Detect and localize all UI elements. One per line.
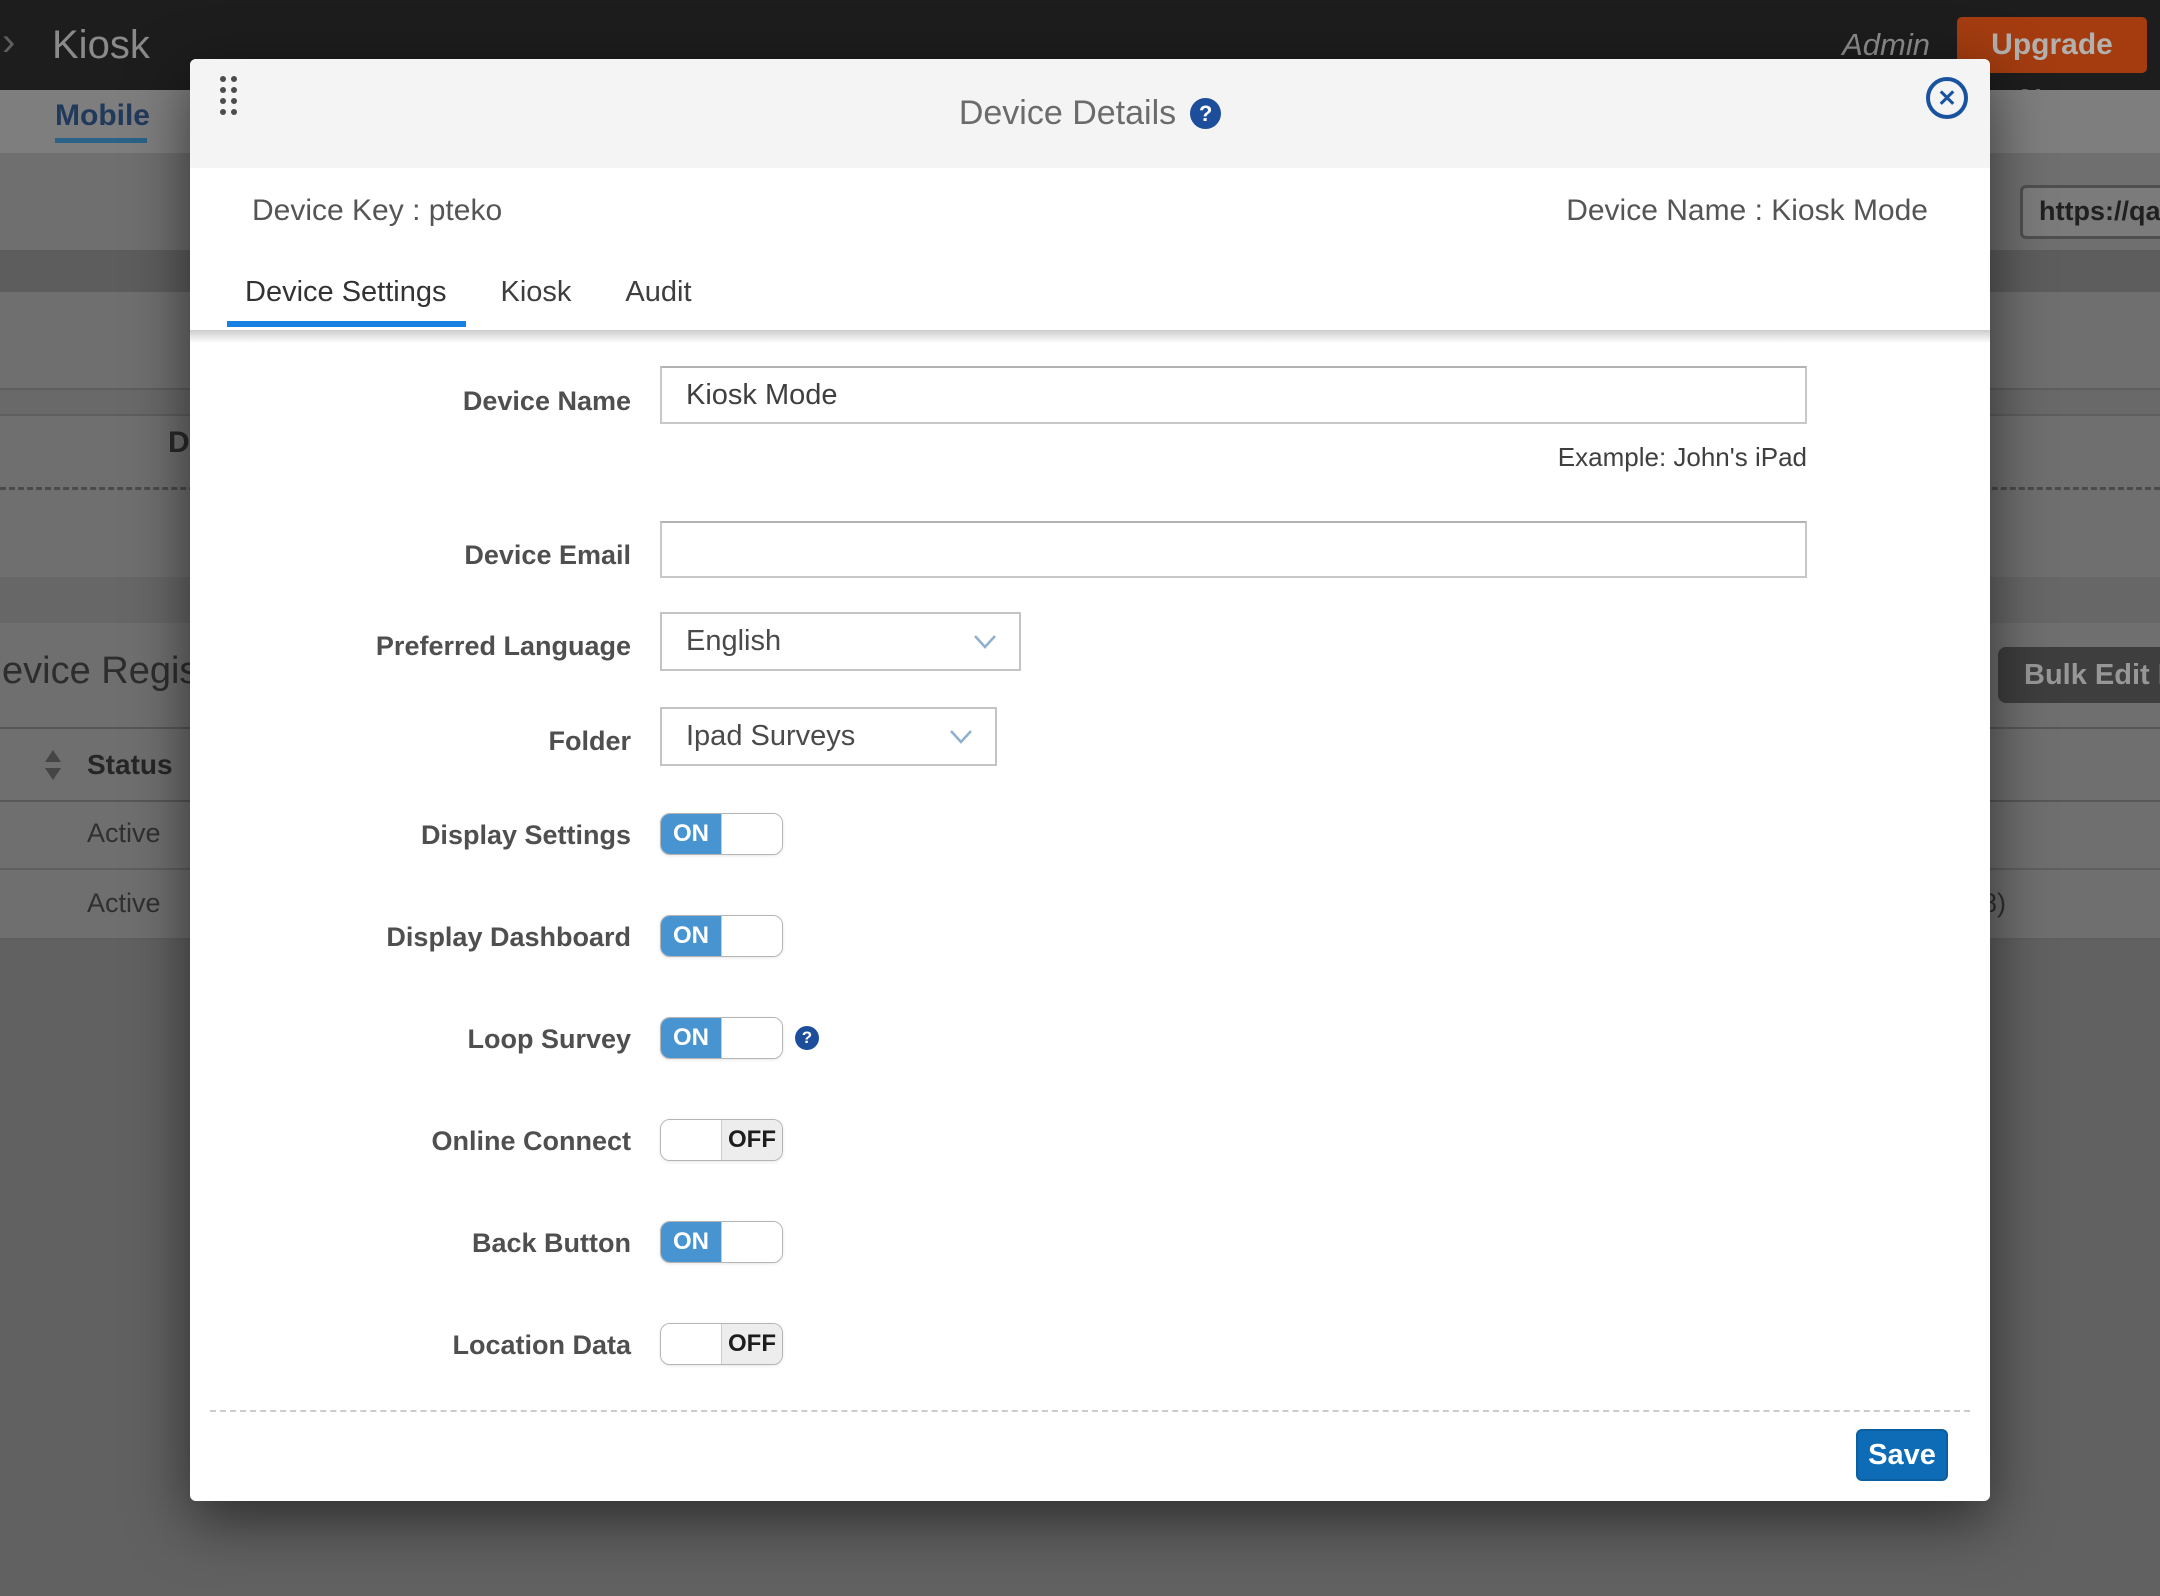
save-button[interactable]: Save bbox=[1856, 1429, 1948, 1481]
device-key-row: Device Key : pteko Device Name : Kiosk M… bbox=[190, 168, 1990, 257]
folder-field-label: Folder bbox=[190, 726, 631, 757]
preferred-language-select[interactable]: English bbox=[660, 612, 1021, 671]
toggle-state-label: ON bbox=[661, 814, 721, 854]
folder-value: Ipad Surveys bbox=[686, 720, 855, 753]
toggle-state-label: OFF bbox=[722, 1324, 782, 1364]
device-key-label: Device Key : pteko bbox=[252, 168, 502, 253]
chevron-down-icon bbox=[949, 729, 973, 744]
toggle-state-label: ON bbox=[661, 1018, 721, 1058]
toggle-state-label: OFF bbox=[722, 1120, 782, 1160]
tab-device-settings[interactable]: Device Settings bbox=[245, 255, 447, 330]
display-settings-label: Display Settings bbox=[190, 820, 631, 851]
background-form-label-fragment: D bbox=[168, 426, 190, 460]
tab-mobile[interactable]: Mobile bbox=[55, 99, 150, 133]
status-cell: Active bbox=[87, 868, 161, 938]
device-name-field-label: Device Name bbox=[190, 386, 631, 417]
loop-survey-help-icon[interactable]: ? bbox=[795, 1026, 819, 1050]
chevron-down-icon bbox=[973, 634, 997, 649]
bulk-edit-devices-button[interactable]: Bulk Edit Dev bbox=[1998, 647, 2160, 703]
modal-tab-bar: Device Settings Kiosk Audit bbox=[190, 255, 1990, 330]
page-root: › Kiosk Admin Upgrade Now Mobile https:/… bbox=[0, 0, 2160, 1596]
display-settings-toggle[interactable]: ON bbox=[660, 813, 783, 855]
modal-title-text: Device Details bbox=[959, 94, 1176, 133]
device-email-input[interactable] bbox=[660, 521, 1807, 578]
device-name-label: Device Name : Kiosk Mode bbox=[1566, 168, 1928, 253]
device-name-input[interactable] bbox=[660, 366, 1807, 424]
modal-title-bar: Device Details ? ✕ bbox=[190, 59, 1990, 168]
online-connect-label: Online Connect bbox=[190, 1126, 631, 1157]
toggle-knob bbox=[661, 1120, 722, 1160]
display-dashboard-label: Display Dashboard bbox=[190, 922, 631, 953]
tab-audit[interactable]: Audit bbox=[625, 255, 691, 330]
toggle-knob bbox=[721, 814, 782, 854]
tab-kiosk[interactable]: Kiosk bbox=[501, 255, 572, 330]
toggle-knob bbox=[721, 1018, 782, 1058]
column-header-status[interactable]: Status bbox=[87, 729, 173, 800]
device-url-text: https://qa.c bbox=[2039, 188, 2160, 234]
back-button-label: Back Button bbox=[190, 1228, 631, 1259]
display-dashboard-toggle[interactable]: ON bbox=[660, 915, 783, 957]
toggle-knob bbox=[661, 1324, 722, 1364]
page-title-kiosk: Kiosk bbox=[52, 0, 150, 90]
help-icon[interactable]: ? bbox=[1190, 98, 1221, 129]
breadcrumb-chevron-icon: › bbox=[2, 20, 15, 65]
device-url-input[interactable]: https://qa.c bbox=[2020, 185, 2160, 239]
location-data-toggle[interactable]: OFF bbox=[660, 1323, 783, 1365]
back-button-toggle[interactable]: ON bbox=[660, 1221, 783, 1263]
close-icon[interactable]: ✕ bbox=[1926, 77, 1968, 119]
footer-dashed-divider bbox=[210, 1410, 1970, 1412]
preferred-language-field-label: Preferred Language bbox=[190, 631, 631, 662]
online-connect-toggle[interactable]: OFF bbox=[660, 1119, 783, 1161]
status-cell: Active bbox=[87, 798, 161, 868]
location-data-label: Location Data bbox=[190, 1330, 631, 1361]
device-registration-heading: evice Registr bbox=[2, 650, 222, 693]
toggle-knob bbox=[721, 1222, 782, 1262]
modal-title: Device Details ? bbox=[190, 59, 1990, 168]
tab-mobile-active-underline bbox=[55, 138, 147, 143]
toggle-knob bbox=[721, 916, 782, 956]
loop-survey-toggle[interactable]: ON bbox=[660, 1017, 783, 1059]
toggle-state-label: ON bbox=[661, 1222, 721, 1262]
device-email-field-label: Device Email bbox=[190, 540, 631, 571]
loop-survey-label: Loop Survey bbox=[190, 1024, 631, 1055]
tab-bar-shadow bbox=[190, 330, 1990, 343]
toggle-state-label: ON bbox=[661, 916, 721, 956]
folder-select[interactable]: Ipad Surveys bbox=[660, 707, 997, 766]
preferred-language-value: English bbox=[686, 625, 781, 658]
sort-arrows-icon[interactable] bbox=[45, 750, 61, 780]
device-name-hint: Example: John's iPad bbox=[1558, 442, 1807, 473]
device-details-modal: Device Details ? ✕ Device Key : pteko De… bbox=[190, 59, 1990, 1501]
